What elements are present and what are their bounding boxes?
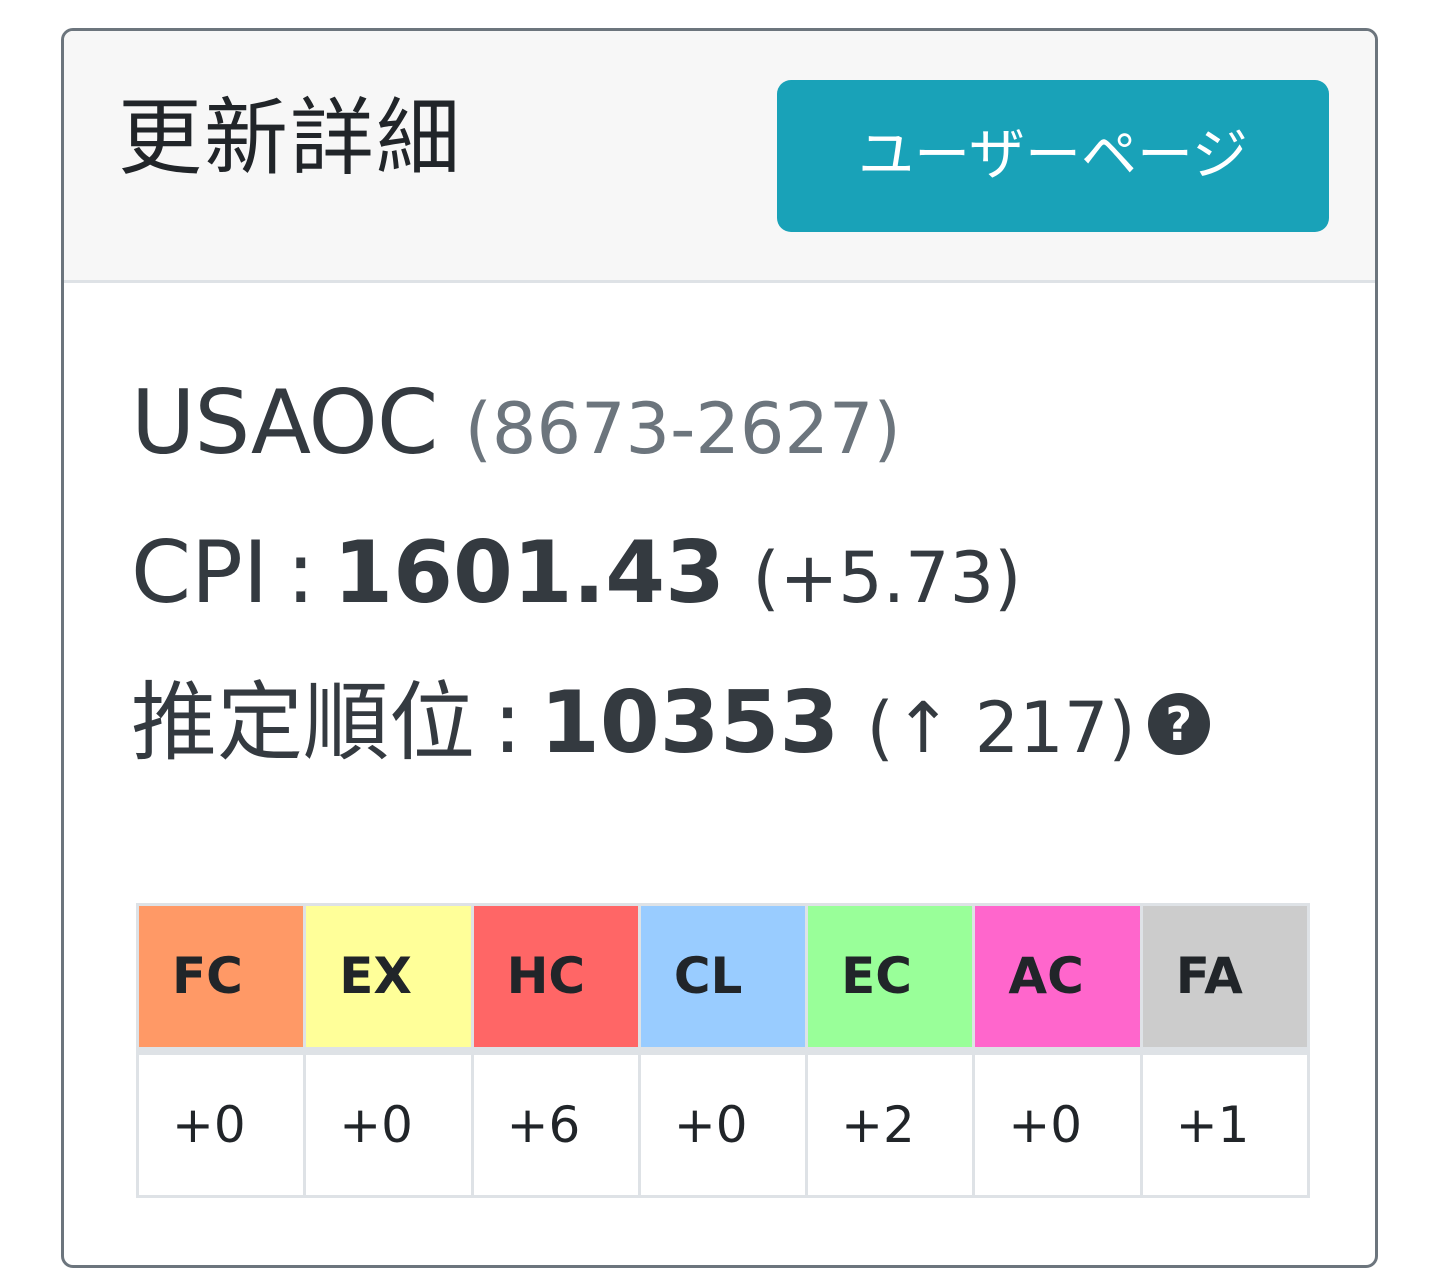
lamp-value-cl: +0 (637, 1049, 809, 1198)
cpi-delta: (+5.73) (752, 537, 1022, 619)
lamp-header-ex: EX (303, 903, 474, 1055)
lamp-value-hc: +6 (470, 1049, 641, 1198)
lamp-value-ex: +0 (303, 1049, 474, 1198)
update-detail-card: 更新詳細 ユーザーページ USAOC (8673-2627) CPI:1601.… (61, 28, 1378, 1268)
lamp-value-ec: +2 (805, 1049, 976, 1198)
rank-line: 推定順位:10353 (↑ 217)? (131, 673, 1210, 778)
lamp-header-hc: HC (470, 903, 641, 1055)
user-page-button[interactable]: ユーザーページ (777, 80, 1329, 232)
lamp-header-fc: FC (135, 903, 307, 1055)
card-header: 更新詳細 ユーザーページ (64, 31, 1375, 283)
lamp-value-fc: +0 (135, 1049, 307, 1198)
question-circle-icon[interactable]: ? (1147, 693, 1210, 755)
player-name: USAOC (131, 371, 438, 474)
lamp-header-fa: FA (1139, 903, 1311, 1055)
lamp-count-table: FC EX HC CL EC AC FA +0 +0 +6 +0 +2 +0 +… (135, 903, 1311, 1198)
rank-delta: (↑ 217) (866, 687, 1136, 769)
lamp-header-cl: CL (637, 903, 809, 1055)
player-id: (8673-2627) (464, 388, 901, 470)
player-info: USAOC (8673-2627) (131, 373, 901, 479)
rank-separator: : (493, 673, 522, 773)
rank-label: 推定順位 (131, 673, 475, 773)
lamp-header-ac: AC (972, 903, 1143, 1055)
lamp-value-fa: +1 (1139, 1049, 1311, 1198)
lamp-value-row: +0 +0 +6 +0 +2 +0 +1 (135, 1049, 1311, 1198)
lamp-value-ac: +0 (972, 1049, 1143, 1198)
cpi-line: CPI:1601.43 (+5.73) (131, 523, 1021, 628)
page-title: 更新詳細 (118, 89, 463, 187)
cpi-label: CPI (131, 523, 269, 623)
rank-value: 10353 (539, 673, 840, 773)
cpi-value: 1601.43 (333, 523, 725, 623)
lamp-header-ec: EC (805, 903, 976, 1055)
cpi-separator: : (286, 523, 316, 623)
lamp-header-row: FC EX HC CL EC AC FA (135, 903, 1311, 1055)
